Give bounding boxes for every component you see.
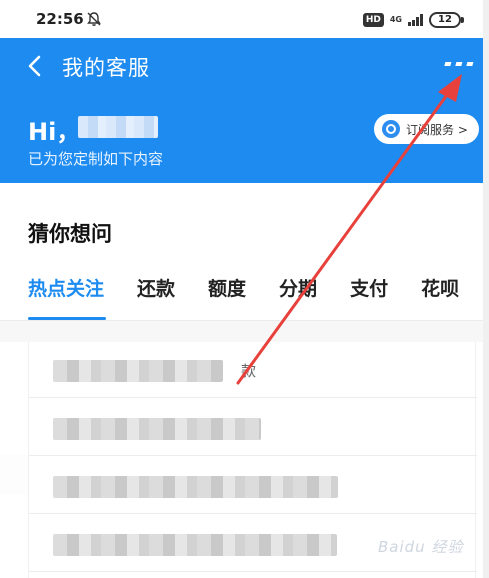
greeting-hi: Hi， <box>28 118 81 146</box>
topic-tabs: 热点关注 还款 额度 分期 支付 花呗 <box>28 276 483 320</box>
user-name-blurred <box>78 116 158 138</box>
greeting-subtitle: 已为您定制如下内容 <box>28 150 164 168</box>
network-type: 4G <box>389 15 402 24</box>
signal-icon <box>408 14 423 26</box>
more-dots-icon[interactable] <box>444 56 476 72</box>
hd-icon: HD <box>362 13 384 27</box>
battery-icon: 12 <box>429 12 464 28</box>
blurred-text <box>53 534 337 556</box>
tab-huabei[interactable]: 花呗 <box>421 276 459 320</box>
tab-hot-topics[interactable]: 热点关注 <box>28 276 107 320</box>
list-item[interactable] <box>29 458 477 514</box>
tab-repayment[interactable]: 还款 <box>137 276 175 320</box>
tab-payment[interactable]: 支付 <box>350 276 388 320</box>
blurred-text <box>53 476 338 498</box>
blurred-text <box>53 418 261 440</box>
tab-installment[interactable]: 分期 <box>279 276 317 320</box>
header: 22:56 HD 4G 12 我的客服 Hi， 已为您定制如下内容 订阅服务 > <box>0 0 483 183</box>
blurred-text <box>53 360 223 382</box>
list-item-tail: 款 <box>241 362 257 380</box>
status-bar: 22:56 HD 4G 12 <box>0 0 483 38</box>
list-item[interactable]: 款 <box>29 342 477 398</box>
image-smear <box>0 455 28 495</box>
page-title: 我的客服 <box>62 56 150 80</box>
section-title: 猜你想问 <box>28 222 112 246</box>
section-divider <box>0 320 483 342</box>
status-time: 22:56 <box>36 10 84 28</box>
bell-muted-icon <box>87 12 101 26</box>
subscribe-label: 订阅服务 > <box>406 122 468 137</box>
subscribe-icon <box>382 120 400 138</box>
chevron-left-icon[interactable] <box>24 52 48 80</box>
status-indicators: HD 4G 12 <box>362 10 464 30</box>
watermark: Baidu 经验 <box>378 538 464 556</box>
subscribe-service-button[interactable]: 订阅服务 > <box>374 114 479 144</box>
tab-credit-limit[interactable]: 额度 <box>208 276 246 320</box>
list-item[interactable] <box>29 400 477 456</box>
